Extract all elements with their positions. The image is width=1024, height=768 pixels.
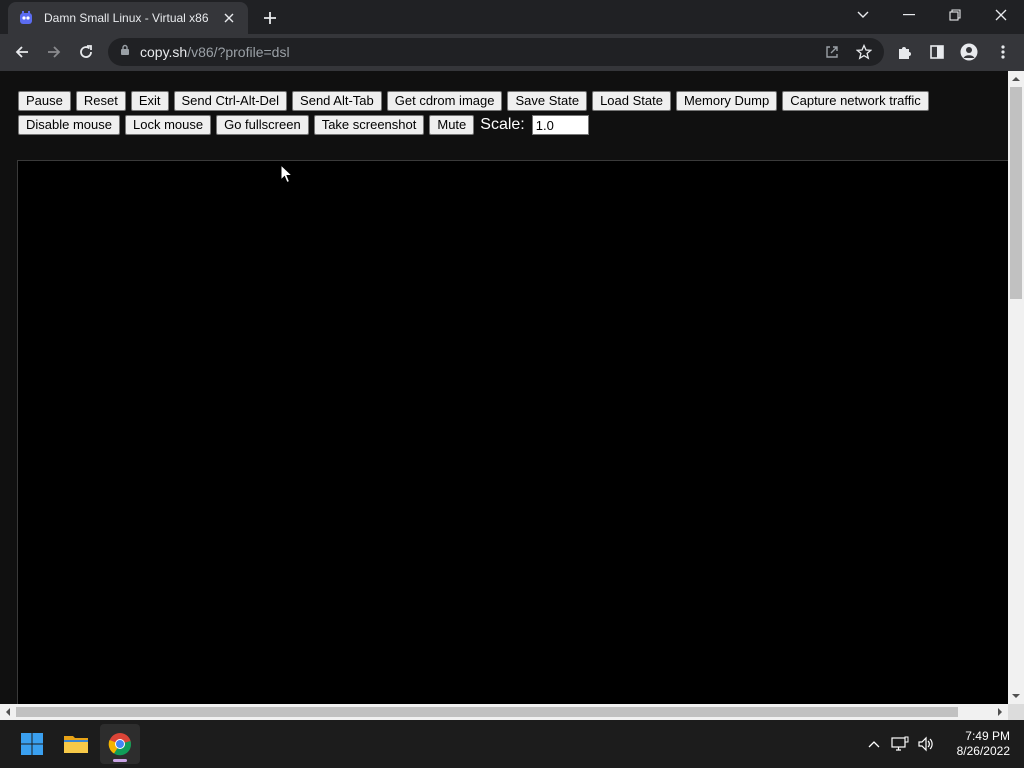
extensions-puzzle-icon[interactable]	[894, 41, 916, 63]
chrome-taskbar-icon[interactable]	[100, 724, 140, 764]
horizontal-scrollbar[interactable]	[0, 704, 1008, 720]
reset-button[interactable]: Reset	[75, 91, 126, 111]
scroll-up-arrow-icon[interactable]	[1008, 71, 1024, 87]
mouse-cursor-icon	[280, 163, 294, 189]
vertical-scrollbar[interactable]	[1008, 71, 1024, 704]
url-text: copy.sh/v86/?profile=dsl	[140, 44, 290, 60]
volume-speaker-icon[interactable]	[916, 734, 936, 754]
show-hidden-icons-chevron-icon[interactable]	[864, 734, 884, 754]
tab-strip: Damn Small Linux - Virtual x86	[0, 0, 1024, 34]
send-alt-tab-button[interactable]: Send Alt-Tab	[292, 91, 382, 111]
close-window-icon[interactable]	[978, 0, 1024, 30]
browser-tab[interactable]: Damn Small Linux - Virtual x86	[8, 2, 248, 34]
file-explorer-icon[interactable]	[56, 724, 96, 764]
side-panel-icon[interactable]	[926, 41, 948, 63]
take-screenshot-button[interactable]: Take screenshot	[313, 115, 425, 135]
mute-button[interactable]: Mute	[429, 115, 475, 135]
exit-button[interactable]: Exit	[130, 91, 169, 111]
emulator-screen[interactable]	[17, 160, 1008, 704]
windows-taskbar: 7:49 PM 8/26/2022	[0, 720, 1024, 768]
clock-time: 7:49 PM	[965, 729, 1010, 743]
lock-mouse-button[interactable]: Lock mouse	[125, 115, 212, 135]
start-windows-icon[interactable]	[12, 724, 52, 764]
go-fullscreen-button[interactable]: Go fullscreen	[216, 115, 309, 135]
lock-icon[interactable]	[120, 43, 130, 61]
clock-date: 8/26/2022	[956, 744, 1010, 758]
horizontal-scroll-thumb[interactable]	[16, 707, 958, 717]
save-state-button[interactable]: Save State	[507, 91, 588, 111]
scale-label: Scale:	[480, 116, 525, 133]
active-app-indicator	[113, 759, 127, 762]
capture-network-traffic-button[interactable]: Capture network traffic	[782, 91, 929, 111]
network-icon[interactable]	[890, 734, 910, 754]
vertical-scroll-thumb[interactable]	[1010, 87, 1022, 299]
send-ctrl-alt-del-button[interactable]: Send Ctrl-Alt-Del	[173, 91, 288, 111]
page-content: Pause Reset Exit Send Ctrl-Alt-Del Send Alt-…	[0, 71, 1008, 704]
forward-arrow-icon[interactable]	[40, 38, 68, 66]
url-host: copy.sh	[140, 44, 188, 60]
memory-dump-button[interactable]: Memory Dump	[675, 91, 778, 111]
scrollbar-corner	[1008, 704, 1024, 720]
disable-mouse-button[interactable]: Disable mouse	[18, 115, 120, 135]
scroll-down-arrow-icon[interactable]	[1008, 688, 1024, 704]
back-arrow-icon[interactable]	[8, 38, 36, 66]
new-tab-icon[interactable]	[258, 6, 282, 30]
close-tab-icon[interactable]	[220, 9, 238, 27]
scroll-right-arrow-icon[interactable]	[992, 704, 1008, 720]
scroll-left-arrow-icon[interactable]	[0, 704, 16, 720]
controls-row-2: Disable mouse Lock mouse Go fullscreen Take…	[18, 115, 998, 135]
v86-favicon-icon	[18, 10, 34, 26]
taskbar-clock[interactable]: 7:49 PM 8/26/2022	[944, 729, 1010, 759]
restore-icon[interactable]	[932, 0, 978, 30]
profile-avatar-icon[interactable]	[958, 41, 980, 63]
browser-toolbar: copy.sh/v86/?profile=dsl	[0, 34, 1024, 71]
pause-button[interactable]: Pause	[18, 91, 71, 111]
more-menu-icon[interactable]	[992, 41, 1014, 63]
bookmark-star-icon[interactable]	[854, 42, 874, 62]
get-cdrom-image-button[interactable]: Get cdrom image	[386, 91, 503, 111]
tab-search-icon[interactable]	[840, 0, 886, 30]
controls-row-1: Pause Reset Exit Send Ctrl-Alt-Del Send Alt-…	[18, 91, 998, 111]
reload-icon[interactable]	[72, 38, 100, 66]
emulator-controls: Pause Reset Exit Send Ctrl-Alt-Del Send Alt-…	[18, 91, 998, 139]
url-path: /v86/?profile=dsl	[187, 44, 290, 60]
scale-input[interactable]	[531, 115, 589, 135]
tab-title: Damn Small Linux - Virtual x86	[44, 11, 209, 25]
minimize-icon[interactable]	[886, 0, 932, 30]
address-bar[interactable]: copy.sh/v86/?profile=dsl	[108, 38, 884, 66]
load-state-button[interactable]: Load State	[592, 91, 671, 111]
share-icon[interactable]	[822, 42, 842, 62]
